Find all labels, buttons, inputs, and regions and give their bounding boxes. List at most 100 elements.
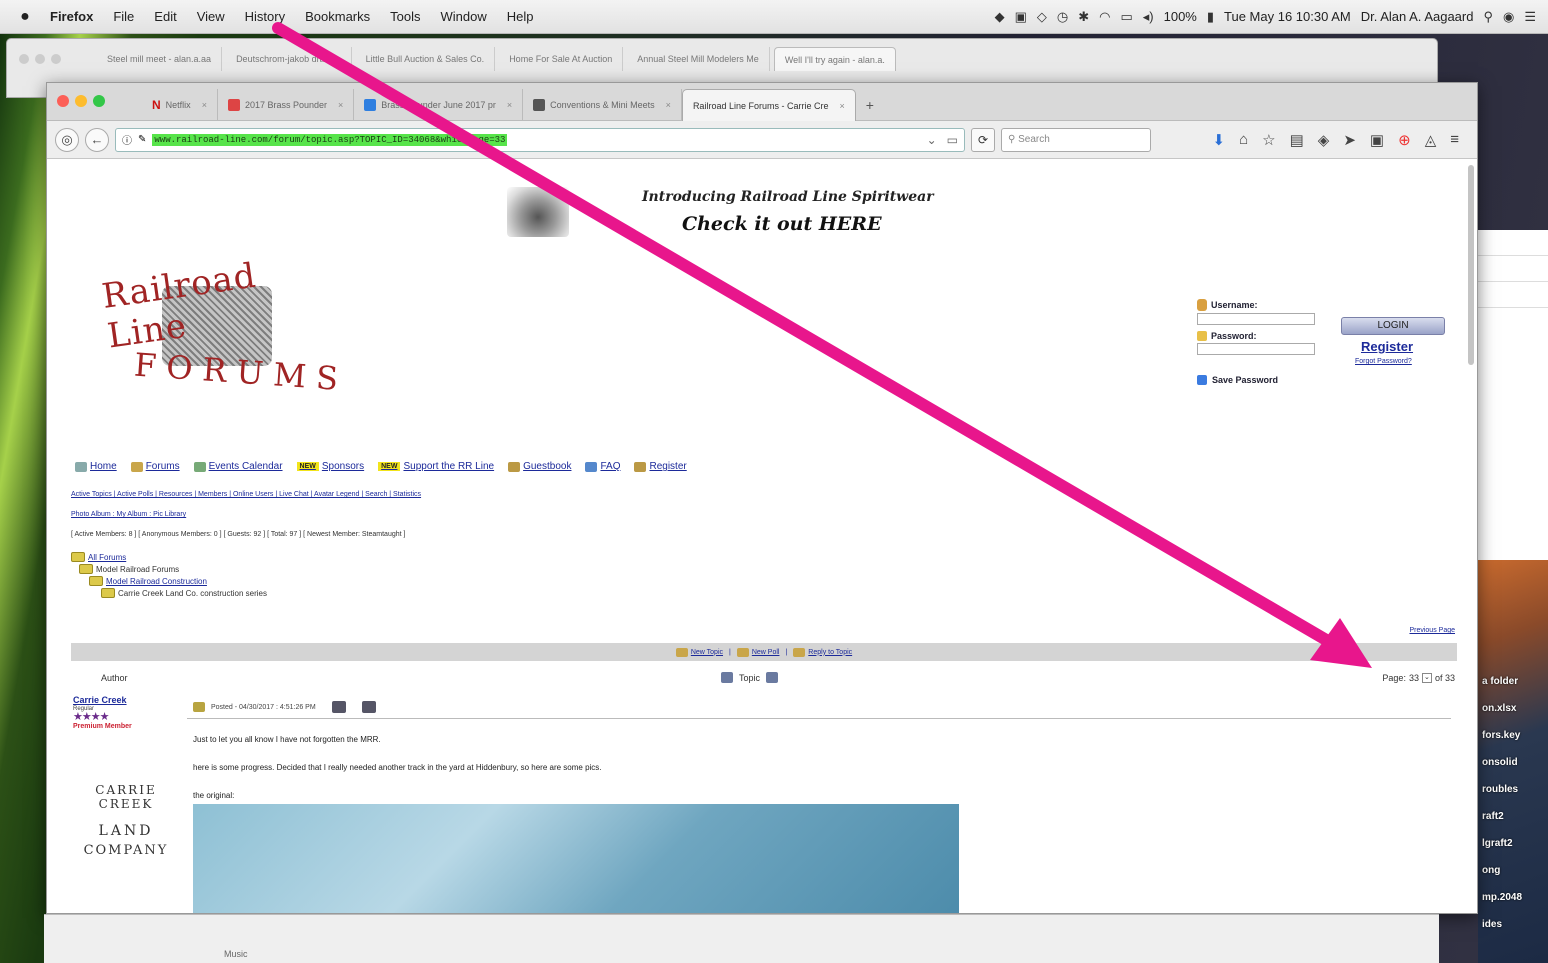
- forum-logo[interactable]: Railroad Line FORUMS: [100, 241, 350, 421]
- menu-file[interactable]: File: [103, 9, 144, 24]
- banner-line2[interactable]: Check it out HERE: [682, 213, 882, 235]
- dropdown-icon[interactable]: ⌄: [927, 133, 937, 147]
- menu-bookmarks[interactable]: Bookmarks: [295, 9, 380, 24]
- desktop-file-label[interactable]: raft2: [1482, 811, 1504, 822]
- url-bar[interactable]: ⓘ ✎ www.railroad-line.com/forum/topic.as…: [115, 127, 965, 152]
- background-tab[interactable]: Annual Steel Mill Modelers Me: [627, 47, 770, 71]
- menu-edit[interactable]: Edit: [144, 9, 186, 24]
- desktop-file-label[interactable]: ong: [1482, 865, 1500, 876]
- user-name[interactable]: Dr. Alan A. Aagaard: [1361, 9, 1474, 24]
- menu-history[interactable]: History: [235, 9, 295, 24]
- nav-home[interactable]: Home: [75, 461, 117, 472]
- battery-percent[interactable]: 100%: [1164, 9, 1197, 24]
- url-text[interactable]: www.railroad-line.com/forum/topic.asp?TO…: [152, 133, 508, 146]
- close-tab-icon[interactable]: ×: [202, 89, 207, 121]
- background-tab[interactable]: Home For Sale At Auction: [499, 47, 624, 71]
- menu-help[interactable]: Help: [497, 9, 544, 24]
- nav-events-calendar[interactable]: Events Calendar: [193, 461, 283, 472]
- tab-dropbox[interactable]: Brass Pounder June 2017 pr ×: [354, 89, 524, 121]
- desktop-file-label[interactable]: ides: [1482, 919, 1502, 930]
- nav-forums[interactable]: Forums: [130, 461, 180, 472]
- spotlight-search-icon[interactable]: ⚲: [1483, 9, 1493, 25]
- current-page-select[interactable]: 33: [1409, 673, 1419, 683]
- reader-view-icon[interactable]: ▭: [947, 133, 958, 147]
- extension-icon[interactable]: ◬: [1425, 131, 1437, 149]
- background-tab[interactable]: Well I'll try again - alan.a.: [773, 47, 896, 71]
- notification-center-icon[interactable]: ☰: [1524, 9, 1536, 25]
- desktop-file-label[interactable]: a folder: [1482, 676, 1518, 687]
- volume-icon[interactable]: ◂): [1143, 9, 1154, 25]
- previous-page-link[interactable]: Previous Page: [1409, 627, 1455, 634]
- menu-hamburger-icon[interactable]: ≡: [1450, 131, 1459, 149]
- clock[interactable]: Tue May 16 10:30 AM: [1224, 9, 1351, 24]
- breadcrumb-construction[interactable]: Model Railroad Construction: [71, 575, 267, 587]
- pinterest-icon[interactable]: ⊕: [1398, 131, 1411, 149]
- menu-view[interactable]: View: [187, 9, 235, 24]
- apple-menu-icon[interactable]: ●: [10, 8, 40, 26]
- zoom-button[interactable]: [93, 95, 105, 107]
- desktop-file-label[interactable]: fors.key: [1482, 730, 1520, 741]
- close-tab-icon[interactable]: ×: [666, 89, 671, 121]
- username-input[interactable]: [1197, 313, 1315, 325]
- dropbox-status-icon[interactable]: ◇: [1037, 9, 1047, 25]
- new-poll-button[interactable]: New Poll: [736, 647, 779, 657]
- minimize-button[interactable]: [35, 54, 45, 64]
- close-tab-icon[interactable]: ×: [839, 90, 844, 122]
- nav-sponsors[interactable]: NEW Sponsors: [296, 461, 364, 472]
- home-button-icon[interactable]: ⌂: [1239, 131, 1248, 149]
- scrollbar[interactable]: [1468, 165, 1474, 365]
- breadcrumb-link[interactable]: Model Railroad Construction: [106, 577, 207, 586]
- breadcrumb-all-forums[interactable]: All Forums: [71, 551, 267, 563]
- next-topic-icon[interactable]: [766, 672, 779, 683]
- quick-links[interactable]: Active Topics | Active Polls | Resources…: [71, 491, 421, 498]
- menu-window[interactable]: Window: [431, 9, 497, 24]
- background-tab[interactable]: Deutschrom-jakob drawso: [226, 47, 352, 71]
- photo-links[interactable]: Photo Album : My Album : Pic Library: [71, 511, 186, 518]
- airplay-icon[interactable]: ▭: [1120, 9, 1132, 25]
- login-button[interactable]: LOGIN: [1341, 317, 1445, 335]
- register-link[interactable]: Register: [1361, 339, 1413, 354]
- pocket-icon[interactable]: ◎: [55, 127, 79, 152]
- password-input[interactable]: [1197, 343, 1315, 355]
- desktop-file-label[interactable]: onsolid: [1482, 757, 1518, 768]
- checkbox-icon[interactable]: [1197, 375, 1207, 385]
- pocket-save-icon[interactable]: ◈: [1318, 131, 1330, 149]
- close-tab-icon[interactable]: ×: [338, 89, 343, 121]
- minimize-button[interactable]: [75, 95, 87, 107]
- siri-icon[interactable]: ◉: [1503, 9, 1514, 25]
- back-button[interactable]: ←: [85, 127, 109, 152]
- new-topic-button[interactable]: New Topic: [675, 647, 723, 657]
- info-icon[interactable]: ⓘ: [122, 132, 132, 147]
- tab-conventions[interactable]: Conventions & Mini Meets ×: [523, 89, 682, 121]
- background-window-bottom[interactable]: Music: [44, 914, 1439, 963]
- tab-railroad-forums[interactable]: Railroad Line Forums - Carrie Cre ×: [681, 89, 856, 122]
- breadcrumb-link[interactable]: All Forums: [88, 553, 126, 562]
- adobe-icon[interactable]: ▣: [1015, 9, 1027, 25]
- zoom-button[interactable]: [51, 54, 61, 64]
- shield-icon[interactable]: ◆: [995, 9, 1005, 25]
- close-button[interactable]: [57, 95, 69, 107]
- nav-support-the-rr-line[interactable]: NEW Support the RR Line: [378, 461, 494, 472]
- page-dropdown-icon[interactable]: ⌄: [1421, 673, 1432, 683]
- reload-button[interactable]: ⟳: [971, 127, 995, 152]
- bookmarks-library-icon[interactable]: ▤: [1290, 131, 1304, 149]
- desktop-file-label[interactable]: on.xlsx: [1482, 703, 1516, 714]
- menu-tools[interactable]: Tools: [380, 9, 430, 24]
- desktop-file-label[interactable]: lgraft2: [1482, 838, 1513, 849]
- reply-quote-icon[interactable]: [361, 701, 376, 713]
- tracking-icon[interactable]: ✎: [138, 134, 146, 145]
- desktop-file-label[interactable]: mp.2048: [1482, 892, 1522, 903]
- desktop-file-label[interactable]: roubles: [1482, 784, 1518, 795]
- background-tab[interactable]: Steel mill meet - alan.a.aa: [97, 47, 223, 71]
- send-icon[interactable]: ➤: [1343, 131, 1356, 149]
- bookmark-star-icon[interactable]: ☆: [1262, 131, 1275, 149]
- new-tab-button[interactable]: +: [856, 89, 884, 121]
- edit-post-icon[interactable]: [331, 701, 346, 713]
- bluetooth-icon[interactable]: ✱: [1078, 9, 1089, 25]
- nav-guestbook[interactable]: Guestbook: [508, 461, 571, 472]
- tab-brass-pounder[interactable]: 2017 Brass Pounder ×: [218, 89, 355, 121]
- wifi-icon[interactable]: ◠: [1099, 9, 1110, 25]
- search-input[interactable]: ⚲ Search: [1001, 127, 1151, 152]
- save-password-checkbox[interactable]: Save Password: [1197, 375, 1278, 385]
- screenshot-icon[interactable]: ▣: [1370, 131, 1384, 149]
